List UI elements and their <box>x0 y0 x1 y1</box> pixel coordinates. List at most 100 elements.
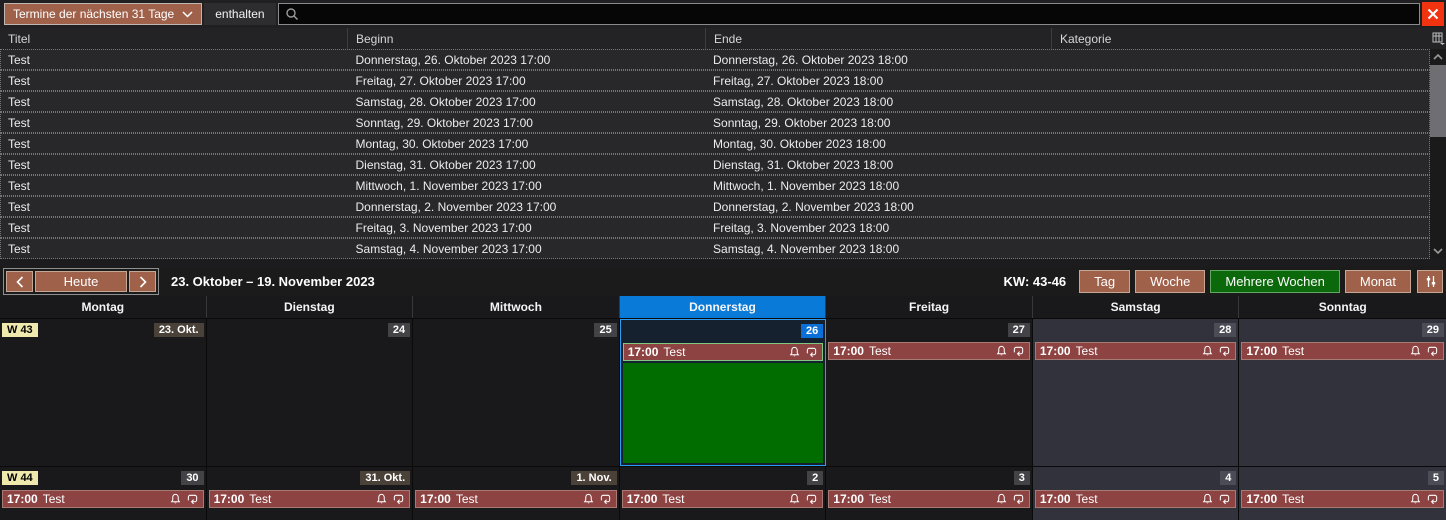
table-row[interactable]: Test Freitag, 27. Oktober 2023 17:00 Fre… <box>0 70 1430 91</box>
table-row[interactable]: Test Samstag, 4. November 2023 17:00 Sam… <box>0 238 1430 259</box>
date-strip: 1. Nov. <box>413 467 619 489</box>
date-strip: 24 <box>207 319 413 341</box>
pane-splitter[interactable] <box>0 259 1446 267</box>
alarm-bell-icon <box>583 493 594 505</box>
table-row[interactable]: Test Samstag, 28. Oktober 2023 17:00 Sam… <box>0 91 1430 112</box>
table-row[interactable]: Test Freitag, 3. November 2023 17:00 Fre… <box>0 217 1430 238</box>
search-box[interactable] <box>277 3 1420 25</box>
event-bar[interactable]: 17:00 Test <box>208 490 411 508</box>
day-cell[interactable]: 3 17:00 Test <box>826 467 1033 520</box>
next-button[interactable] <box>129 271 156 292</box>
date-chip: 23. Okt. <box>153 323 204 337</box>
today-button-label: Heute <box>63 274 99 289</box>
day-cell[interactable]: 2 17:00 Test <box>619 467 827 520</box>
event-title: Test <box>249 492 272 506</box>
table-row[interactable]: Test Montag, 30. Oktober 2023 17:00 Mont… <box>0 133 1430 154</box>
scrollbar-thumb[interactable] <box>1430 65 1446 137</box>
day-cell[interactable]: 24 <box>206 319 414 466</box>
date-strip: 27 <box>826 319 1032 341</box>
scroll-down-button[interactable] <box>1430 243 1446 259</box>
date-strip: 29 <box>1239 319 1446 341</box>
chevron-right-icon <box>139 275 147 288</box>
event-bar[interactable]: 17:00 Test <box>2 490 204 508</box>
event-bar[interactable]: 17:00 Test <box>828 490 1030 508</box>
date-chip: 28 <box>1214 323 1237 337</box>
day-cell[interactable]: 5 17:00 Test <box>1239 467 1446 520</box>
event-bar[interactable]: 17:00 Test <box>415 490 617 508</box>
table-row[interactable]: Test Mittwoch, 1. November 2023 17:00 Mi… <box>0 175 1430 196</box>
day-header-freitag: Freitag <box>826 296 1033 318</box>
table-row[interactable]: Test Dienstag, 31. Oktober 2023 17:00 Di… <box>0 154 1430 175</box>
day-cell[interactable]: 4 17:00 Test <box>1032 467 1240 520</box>
event-bar[interactable]: 17:00 Test <box>622 343 824 361</box>
day-cell[interactable]: 26 17:00 Test <box>619 319 827 466</box>
scrollbar-track[interactable] <box>1430 137 1446 243</box>
view-button-tag[interactable]: Tag <box>1079 270 1131 293</box>
event-bar[interactable]: 17:00 Test <box>1034 342 1237 360</box>
recurrence-icon <box>1218 493 1231 505</box>
view-button-mehrere-wochen[interactable]: Mehrere Wochen <box>1210 270 1340 293</box>
cell-titel: Test <box>8 94 31 109</box>
alarm-bell-icon <box>1410 345 1421 357</box>
cell-ende: Samstag, 4. November 2023 18:00 <box>713 241 900 256</box>
scroll-up-button[interactable] <box>1430 49 1446 65</box>
event-bar[interactable]: 17:00 Test <box>1241 342 1444 360</box>
week-row: W 43 23. Okt. 24 25 26 17:00 Test 27 17:… <box>0 318 1446 466</box>
match-mode-button[interactable]: enthalten <box>204 3 276 25</box>
search-input[interactable] <box>304 7 1413 21</box>
day-cell[interactable]: 31. Okt. 17:00 Test <box>206 467 414 520</box>
view-switcher: Tag Woche Mehrere Wochen Monat <box>1074 270 1411 293</box>
table-row[interactable]: Test Sonntag, 29. Oktober 2023 17:00 Son… <box>0 112 1430 133</box>
date-chip: 4 <box>1220 471 1237 485</box>
column-header-kategorie[interactable]: Kategorie <box>1052 28 1430 49</box>
table-header-row: Titel Beginn Ende Kategorie <box>0 28 1430 49</box>
cell-titel: Test <box>8 52 31 67</box>
alarm-bell-icon <box>376 493 387 505</box>
table-row[interactable]: Test Donnerstag, 26. Oktober 2023 17:00 … <box>0 49 1430 70</box>
event-bar[interactable]: 17:00 Test <box>828 342 1030 360</box>
column-picker-button[interactable] <box>1430 28 1446 49</box>
alarm-bell-icon <box>996 493 1007 505</box>
event-bar[interactable]: 17:00 Test <box>1241 490 1444 508</box>
event-time: 17:00 <box>1039 492 1071 506</box>
view-settings-button[interactable] <box>1417 270 1443 293</box>
day-cell[interactable]: 25 <box>413 319 620 466</box>
date-strip: W 44 30 <box>0 467 206 489</box>
recurrence-icon <box>805 493 818 505</box>
day-cell[interactable]: W 43 23. Okt. <box>0 319 207 466</box>
day-header-sonntag: Sonntag <box>1318 300 1367 314</box>
event-bar[interactable]: 17:00 Test <box>1034 490 1237 508</box>
day-cell[interactable]: 27 17:00 Test <box>826 319 1033 466</box>
view-button-monat[interactable]: Monat <box>1344 270 1411 293</box>
previous-button[interactable] <box>6 271 33 292</box>
event-time: 17:00 <box>1246 492 1278 506</box>
close-button[interactable] <box>1422 2 1444 26</box>
navigation-group: Heute <box>3 268 159 295</box>
date-strip: 5 <box>1239 467 1446 489</box>
table-row[interactable]: Test Donnerstag, 2. November 2023 17:00 … <box>0 196 1430 217</box>
vertical-scrollbar[interactable] <box>1430 28 1446 259</box>
search-icon <box>285 7 299 21</box>
column-header-titel[interactable]: Titel <box>0 28 348 49</box>
cell-kategorie <box>1052 155 1429 174</box>
column-header-beginn[interactable]: Beginn <box>348 28 706 49</box>
day-header-samstag: Samstag <box>1033 296 1240 318</box>
event-bar[interactable]: 17:00 Test <box>621 490 824 508</box>
alarm-bell-icon <box>1202 493 1213 505</box>
table-body: Test Donnerstag, 26. Oktober 2023 17:00 … <box>0 49 1430 259</box>
date-chip: 30 <box>181 471 204 485</box>
column-header-ende[interactable]: Ende <box>706 28 1052 49</box>
event-time: 17:00 <box>213 492 245 506</box>
event-list: Titel Beginn Ende Kategorie Test Donnerstag… <box>0 28 1446 259</box>
today-button[interactable]: Heute <box>35 271 127 292</box>
view-button-woche[interactable]: Woche <box>1135 270 1206 293</box>
cell-titel: Test <box>8 115 31 130</box>
date-chip: 1. Nov. <box>571 471 617 485</box>
day-cell[interactable]: 29 17:00 Test <box>1239 319 1446 466</box>
day-cell[interactable]: 1. Nov. 17:00 Test <box>413 467 620 520</box>
recurrence-icon <box>392 493 405 505</box>
day-cell[interactable]: W 44 30 17:00 Test <box>0 467 207 520</box>
day-cell[interactable]: 28 17:00 Test <box>1032 319 1240 466</box>
event-filter-dropdown[interactable]: Termine der nächsten 31 Tage <box>4 3 203 25</box>
cell-beginn: Samstag, 4. November 2023 17:00 <box>355 241 542 256</box>
